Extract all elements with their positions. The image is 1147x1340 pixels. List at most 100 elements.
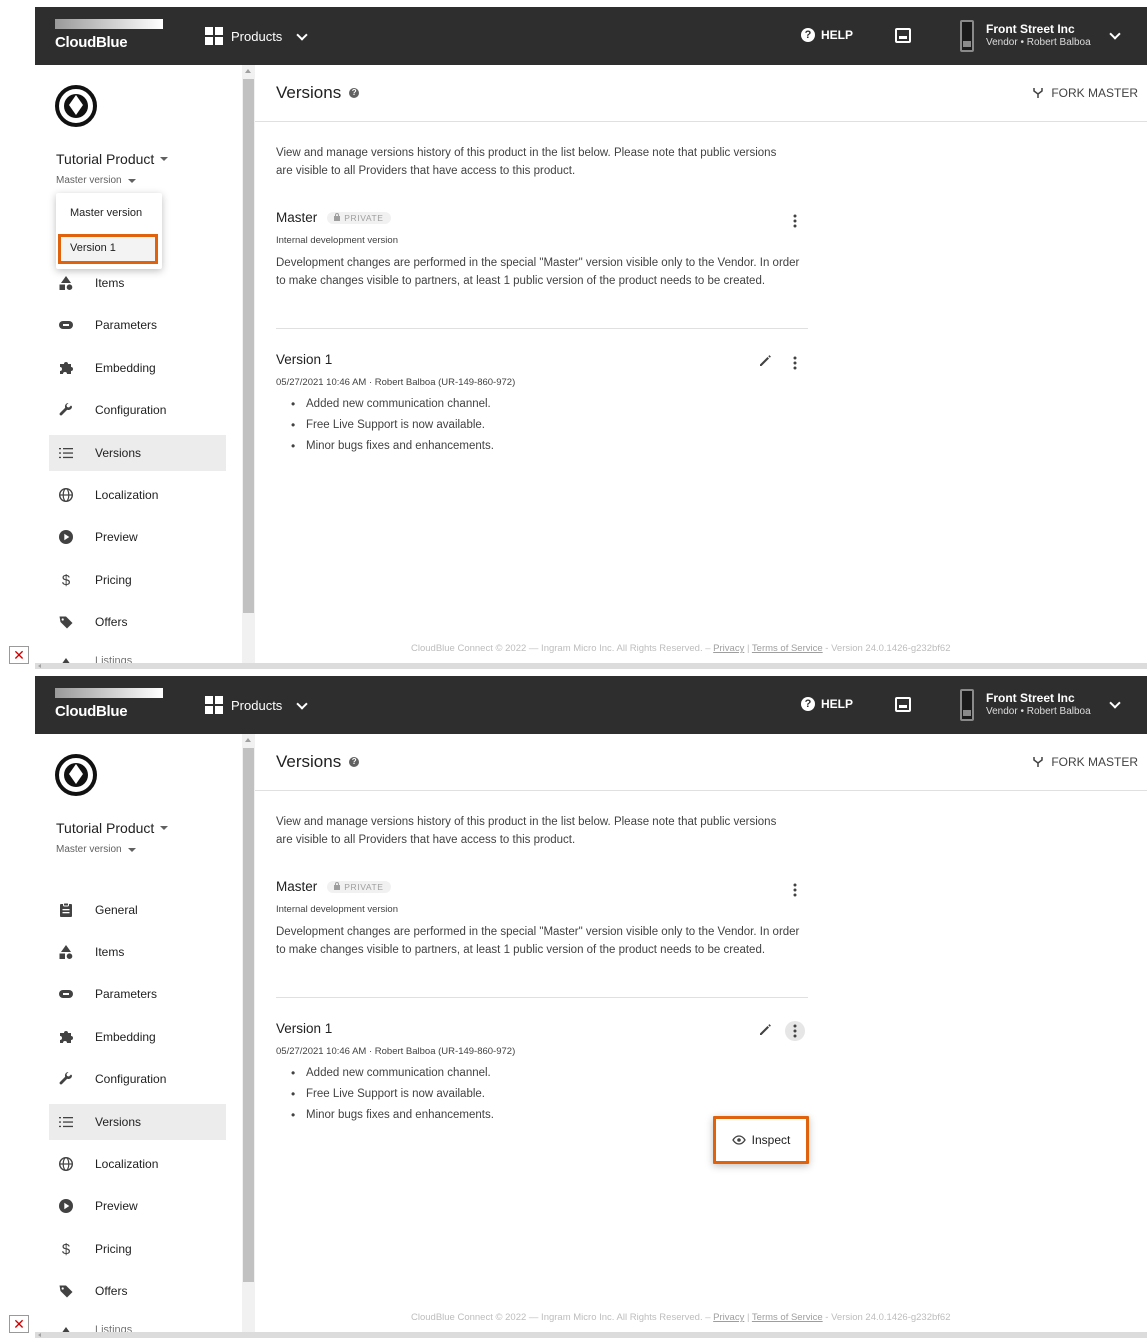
privacy-link[interactable]: Privacy bbox=[713, 1312, 744, 1323]
cloudblue-logo[interactable]: CloudBlue bbox=[55, 688, 165, 724]
sidebar-item-offers[interactable]: Offers bbox=[49, 604, 226, 640]
inbox-icon[interactable] bbox=[895, 28, 911, 43]
version-1-more-menu-icon[interactable] bbox=[785, 353, 805, 373]
header-divider bbox=[255, 121, 1147, 122]
account-menu[interactable]: Front Street Inc Vendor • Robert Balboa bbox=[960, 689, 1121, 721]
caret-down-icon bbox=[160, 157, 169, 161]
sidebar-item-versions[interactable]: Versions bbox=[49, 435, 226, 471]
account-menu[interactable]: Front Street Inc Vendor • Robert Balboa bbox=[960, 20, 1121, 52]
sidebar-item-embedding[interactable]: Embedding bbox=[49, 350, 226, 386]
version-divider bbox=[276, 997, 808, 998]
broken-image-icon: ✕ bbox=[9, 646, 29, 664]
account-name: Front Street Inc bbox=[986, 691, 1075, 705]
version-1-meta: 05/27/2021 10:46 AM · Robert Balboa (UR-… bbox=[276, 1046, 516, 1057]
version-1-name: Version 1 bbox=[276, 1021, 333, 1036]
help-icon[interactable]: ? bbox=[349, 757, 360, 767]
list-icon bbox=[57, 1113, 75, 1131]
products-menu[interactable]: Products bbox=[205, 695, 310, 715]
fork-master-button[interactable]: FORK MASTER bbox=[1032, 755, 1138, 769]
logo-text: CloudBlue bbox=[55, 34, 128, 51]
sidebar-item-preview[interactable]: Preview bbox=[49, 519, 226, 555]
product-title: Tutorial Product bbox=[56, 820, 155, 836]
horizontal-scrollbar[interactable] bbox=[35, 1332, 1147, 1338]
help-button[interactable]: ? HELP bbox=[801, 28, 853, 42]
sidebar-item-items[interactable]: Items bbox=[49, 934, 226, 970]
inbox-icon[interactable] bbox=[895, 697, 911, 712]
version-1-title: Version 1 bbox=[276, 1021, 332, 1036]
sidebar: Tutorial Product Master version General … bbox=[35, 734, 242, 1338]
lock-icon bbox=[334, 213, 341, 221]
wrench-icon bbox=[57, 401, 75, 419]
sidebar-item-items[interactable]: Items bbox=[49, 265, 226, 301]
master-more-menu-icon[interactable] bbox=[785, 880, 805, 900]
master-version-title: Master PRIVATE bbox=[276, 879, 391, 894]
master-version-subtitle: Internal development version bbox=[276, 235, 398, 246]
edit-pencil-icon[interactable] bbox=[758, 1023, 776, 1041]
sidebar-item-localization[interactable]: Localization bbox=[49, 1146, 226, 1182]
menu-item-master-version[interactable]: Master version bbox=[70, 207, 142, 219]
page-title-text: Versions bbox=[276, 752, 342, 771]
sidebar-item-parameters[interactable]: Parameters bbox=[49, 976, 226, 1012]
version-1-title: Version 1 bbox=[276, 352, 332, 367]
version-selector[interactable]: Master version bbox=[56, 175, 136, 186]
sidebar-item-preview[interactable]: Preview bbox=[49, 1188, 226, 1224]
account-icon bbox=[960, 689, 974, 721]
master-version-description: Development changes are performed in the… bbox=[276, 257, 800, 287]
product-title-dropdown[interactable]: Tutorial Product bbox=[56, 151, 169, 167]
edit-pencil-icon[interactable] bbox=[758, 354, 776, 372]
version-divider bbox=[276, 328, 808, 329]
sidebar-item-localization[interactable]: Localization bbox=[49, 477, 226, 513]
lock-icon bbox=[334, 882, 341, 890]
master-more-menu-icon[interactable] bbox=[785, 211, 805, 231]
menu-item-version-1[interactable]: Version 1 bbox=[70, 242, 116, 254]
fork-master-button[interactable]: FORK MASTER bbox=[1032, 86, 1138, 100]
product-logo bbox=[55, 85, 97, 127]
apps-grid-icon bbox=[205, 696, 223, 714]
account-name: Front Street Inc bbox=[986, 22, 1075, 36]
sidebar-item-configuration[interactable]: Configuration bbox=[49, 392, 226, 428]
help-icon[interactable]: ? bbox=[349, 88, 360, 98]
top-bar: CloudBlue Products ? HELP Front Street I… bbox=[35, 7, 1147, 65]
sidebar-item-label: Pricing bbox=[95, 573, 132, 587]
version-selector[interactable]: Master version bbox=[56, 844, 136, 855]
master-version-subtitle: Internal development version bbox=[276, 904, 398, 915]
sidebar-item-pricing[interactable]: $ Pricing bbox=[49, 562, 226, 598]
terms-link[interactable]: Terms of Service bbox=[752, 643, 823, 654]
chevron-down-icon bbox=[1109, 28, 1121, 40]
privacy-link[interactable]: Privacy bbox=[713, 643, 744, 654]
inspect-menu-item[interactable]: Inspect bbox=[713, 1116, 809, 1164]
sidebar-item-general[interactable]: General bbox=[49, 892, 226, 928]
sidebar-item-label: Preview bbox=[95, 530, 138, 544]
footer: CloudBlue Connect © 2022 — Ingram Micro … bbox=[411, 1312, 950, 1323]
product-title-dropdown[interactable]: Tutorial Product bbox=[56, 820, 169, 836]
sidebar-item-parameters[interactable]: Parameters bbox=[49, 307, 226, 343]
version-1-more-menu-icon[interactable] bbox=[785, 1021, 805, 1041]
private-badge: PRIVATE bbox=[327, 880, 391, 893]
chevron-down-icon bbox=[296, 28, 308, 41]
dollar-icon: $ bbox=[61, 1240, 71, 1258]
sidebar-item-embedding[interactable]: Embedding bbox=[49, 1019, 226, 1055]
logo-bar bbox=[55, 19, 163, 29]
products-menu[interactable]: Products bbox=[205, 26, 310, 46]
sidebar-scrollbar[interactable] bbox=[242, 734, 255, 1338]
sidebar-scrollbar[interactable] bbox=[242, 65, 255, 669]
sidebar-item-label: Parameters bbox=[95, 318, 158, 332]
chevron-down-icon bbox=[1109, 697, 1121, 709]
tag-icon bbox=[57, 1282, 75, 1300]
private-badge-label: PRIVATE bbox=[344, 212, 384, 223]
fork-master-label: FORK MASTER bbox=[1051, 755, 1138, 769]
version-dropdown-menu: Master version Version 1 bbox=[56, 193, 162, 269]
terms-link[interactable]: Terms of Service bbox=[752, 1312, 823, 1323]
sidebar-item-offers[interactable]: Offers bbox=[49, 1273, 226, 1309]
sidebar-item-configuration[interactable]: Configuration bbox=[49, 1061, 226, 1097]
list-icon bbox=[57, 444, 75, 462]
sidebar-item-label: Configuration bbox=[95, 1072, 167, 1086]
apps-grid-icon bbox=[205, 27, 223, 45]
help-button[interactable]: ? HELP bbox=[801, 697, 853, 711]
sidebar-item-versions[interactable]: Versions bbox=[49, 1104, 226, 1140]
sidebar-item-pricing[interactable]: $ Pricing bbox=[49, 1231, 226, 1267]
cloudblue-logo[interactable]: CloudBlue bbox=[55, 19, 165, 55]
account-role: Vendor • Robert Balboa bbox=[986, 706, 1091, 717]
tag-icon bbox=[57, 613, 75, 631]
play-circle-icon bbox=[57, 1197, 75, 1215]
